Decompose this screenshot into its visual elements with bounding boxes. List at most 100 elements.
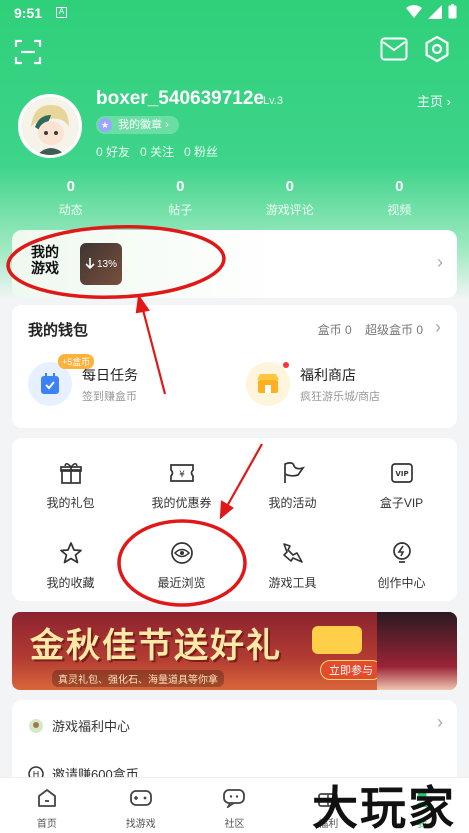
daily-task-subtitle: 签到赚盒币 xyxy=(82,390,137,403)
menu-my-favorites[interactable]: 我的收藏 xyxy=(15,540,126,591)
reward-badge: +5盒币 xyxy=(58,354,95,369)
chevron-right-icon: › xyxy=(435,317,441,337)
banner-join-button[interactable]: 立即参与 xyxy=(320,660,382,680)
homepage-link[interactable]: 主页 › xyxy=(417,91,451,110)
scan-icon[interactable] xyxy=(14,38,42,66)
wifi-icon xyxy=(406,4,422,18)
list-label: 游戏福利中心 xyxy=(52,719,131,734)
download-percent: 13% xyxy=(96,258,117,270)
followers-count[interactable]: 0 粉丝 xyxy=(184,143,218,160)
chevron-right-icon: › xyxy=(446,94,451,109)
stat-label: 游戏评论 xyxy=(265,203,314,217)
status-time: 9:51 xyxy=(14,5,43,21)
friends-count[interactable]: 0 好友 xyxy=(96,143,130,160)
svg-text:VIP: VIP xyxy=(395,470,408,478)
shop-subtitle: 疯狂游乐城/商店 xyxy=(300,390,381,403)
stats-row: 0 动态 0 帖子 0 游戏评论 0 视频 xyxy=(16,178,454,218)
menu-game-tools[interactable]: 游戏工具 xyxy=(237,540,348,591)
eye-icon xyxy=(126,540,237,566)
tab-label: 首页 xyxy=(36,819,57,830)
tools-icon xyxy=(237,540,348,566)
list-item-game-welfare[interactable]: 游戏福利中心 xyxy=(28,716,130,735)
avatar[interactable] xyxy=(18,94,82,158)
following-count[interactable]: 0 关注 xyxy=(140,143,174,160)
banner-character-image xyxy=(377,612,457,690)
sim-icon: A xyxy=(56,7,67,18)
stat-value: 0 xyxy=(66,178,75,195)
mail-icon[interactable] xyxy=(380,37,408,61)
welfare-icon xyxy=(29,718,43,733)
chevron-right-icon: › xyxy=(437,712,443,732)
stat-label: 视频 xyxy=(387,203,412,217)
welfare-shop-button[interactable]: 福利商店 疯狂游乐城/商店 xyxy=(246,362,380,406)
wallet-card: 我的钱包 盒币 0 超级盒币 0 › 每日任务 签到赚盒币 +5盒币 福利商店 … xyxy=(12,305,457,428)
tab-community[interactable]: 社区 xyxy=(188,778,282,833)
feature-grid: 我的礼包 ¥ 我的优惠券 我的活动 VIP 盒子VIP 我的收藏 最近浏览 游戏… xyxy=(12,438,457,601)
menu-my-gifts[interactable]: 我的礼包 xyxy=(15,460,126,511)
vip-icon: VIP xyxy=(346,460,457,486)
stat-threads[interactable]: 0 帖子 xyxy=(126,178,236,218)
chevron-right-icon: › xyxy=(165,119,169,131)
menu-creator-center[interactable]: 创作中心 xyxy=(346,540,457,591)
menu-label: 盒子VIP xyxy=(379,496,424,510)
stat-label: 动态 xyxy=(58,203,83,217)
my-games-card[interactable]: 我的游戏 13% › xyxy=(12,230,457,298)
status-bar: 9:51 A xyxy=(0,0,469,28)
download-arrow-icon xyxy=(85,258,95,270)
my-badges-button[interactable]: ★ 我的徽章 › xyxy=(96,116,179,134)
signal-icon xyxy=(428,4,442,19)
notification-dot xyxy=(283,362,289,368)
tab-home[interactable]: 首页 xyxy=(0,778,94,833)
avatar-character-icon xyxy=(21,97,79,155)
star-outline-icon xyxy=(15,540,126,566)
chat-icon xyxy=(223,789,246,810)
wallet-title: 我的钱包 xyxy=(28,322,89,339)
shop-icon xyxy=(246,362,290,406)
coin-balances[interactable]: 盒币 0 超级盒币 0 xyxy=(318,321,423,338)
promo-banner[interactable]: 金秋佳节送好礼 真灵礼包、强化石、海量道具等你拿 立即参与 xyxy=(12,612,457,690)
gift-icon xyxy=(15,460,126,486)
badge-label: 我的徽章 xyxy=(118,119,162,131)
watermark-logo: 大玩家 xyxy=(312,781,456,833)
menu-my-activities[interactable]: 我的活动 xyxy=(237,460,348,511)
lightbulb-icon xyxy=(346,540,457,566)
tab-label: 社区 xyxy=(224,819,245,830)
tab-label: 找游戏 xyxy=(125,819,156,830)
stat-value: 0 xyxy=(285,178,294,195)
menu-box-vip[interactable]: VIP 盒子VIP xyxy=(346,460,457,511)
menu-label: 创作中心 xyxy=(377,576,426,590)
home-icon xyxy=(37,789,56,807)
menu-label: 最近浏览 xyxy=(157,576,206,590)
menu-label: 我的礼包 xyxy=(46,496,95,510)
username: boxer_540639712e xyxy=(96,88,264,109)
status-icons xyxy=(406,4,457,19)
menu-recently-viewed[interactable]: 最近浏览 xyxy=(126,540,237,591)
game-download-thumb[interactable]: 13% xyxy=(80,243,122,285)
stat-value: 0 xyxy=(395,178,404,195)
shop-title: 福利商店 xyxy=(300,366,356,383)
gamepad-icon xyxy=(129,790,152,806)
menu-label: 我的优惠券 xyxy=(151,496,212,510)
settings-icon[interactable] xyxy=(423,35,451,63)
level-badge: Lv.3 xyxy=(263,95,283,107)
stat-game-reviews[interactable]: 0 游戏评论 xyxy=(235,178,345,218)
chevron-right-icon: › xyxy=(437,252,443,272)
social-counts: 0 好友 0 关注 0 粉丝 xyxy=(96,143,218,160)
star-icon: ★ xyxy=(98,118,112,132)
flag-icon xyxy=(237,460,348,486)
stat-value: 0 xyxy=(176,178,185,195)
menu-label: 游戏工具 xyxy=(268,576,317,590)
game-logo-icon xyxy=(312,626,362,654)
stat-videos[interactable]: 0 视频 xyxy=(345,178,455,218)
banner-subtitle: 真灵礼包、强化石、海量道具等你拿 xyxy=(52,670,224,687)
my-games-logo: 我的游戏 xyxy=(31,244,59,276)
coin-balance: 盒币 0 xyxy=(317,323,352,337)
tab-find-games[interactable]: 找游戏 xyxy=(94,778,188,833)
homepage-label: 主页 xyxy=(417,94,444,109)
stat-posts-feed[interactable]: 0 动态 xyxy=(16,178,126,218)
menu-my-coupons[interactable]: ¥ 我的优惠券 xyxy=(126,460,237,511)
coupon-icon: ¥ xyxy=(126,460,237,486)
battery-icon xyxy=(448,4,457,19)
banner-title: 金秋佳节送好礼 xyxy=(30,626,282,666)
menu-label: 我的收藏 xyxy=(46,576,95,590)
